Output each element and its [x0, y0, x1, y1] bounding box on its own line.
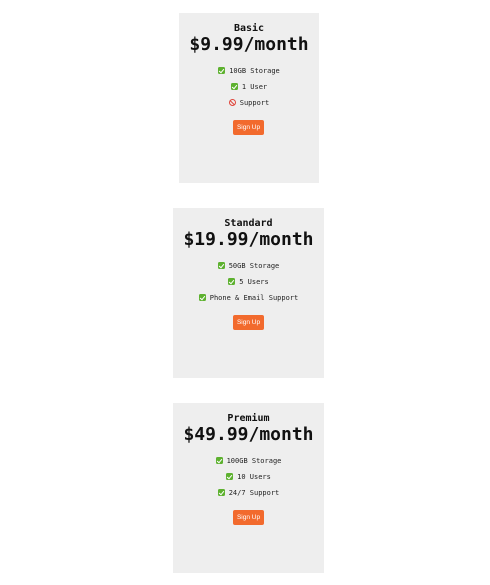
feature-item: 1 User — [179, 83, 319, 92]
feature-text: 5 Users — [239, 278, 269, 286]
check-icon — [218, 67, 226, 74]
sign-up-button[interactable]: Sign Up — [233, 120, 264, 135]
feature-item: 10GB Storage — [179, 67, 319, 76]
feature-text: 100GB Storage — [226, 457, 282, 465]
feature-item: Phone & Email Support — [173, 294, 324, 303]
sign-up-button[interactable]: Sign Up — [233, 315, 264, 330]
feature-text: 50GB Storage — [228, 262, 280, 270]
check-icon — [217, 262, 225, 269]
plan-card-basic: Basic $9.99/month 10GB Storage 1 User Su… — [179, 13, 319, 183]
prohibited-icon — [228, 99, 236, 106]
check-icon — [217, 489, 225, 496]
feature-text: 24/7 Support — [228, 489, 280, 497]
feature-text: Phone & Email Support — [209, 294, 299, 302]
plan-card-premium: Premium $49.99/month 100GB Storage 10 Us… — [173, 403, 324, 573]
feature-text: 1 User — [241, 83, 268, 91]
check-icon — [215, 457, 223, 464]
feature-item: 24/7 Support — [173, 489, 324, 498]
check-icon — [226, 473, 234, 480]
check-icon — [198, 294, 206, 301]
plan-price: $9.99/month — [189, 34, 309, 55]
check-icon — [230, 83, 238, 90]
plan-card-standard: Standard $19.99/month 50GB Storage 5 Use… — [173, 208, 324, 378]
feature-item: 5 Users — [173, 278, 324, 287]
feature-item: 50GB Storage — [173, 262, 324, 271]
check-icon — [228, 278, 236, 285]
plan-price: $19.99/month — [183, 229, 314, 250]
feature-item: Support — [179, 99, 319, 108]
feature-text: 10GB Storage — [229, 67, 280, 75]
feature-item: 100GB Storage — [173, 457, 324, 466]
sign-up-button[interactable]: Sign Up — [233, 510, 264, 525]
feature-text: 10 Users — [237, 473, 271, 481]
feature-item: 10 Users — [173, 473, 324, 482]
feature-text: Support — [239, 99, 270, 107]
plan-price: $49.99/month — [183, 424, 314, 445]
